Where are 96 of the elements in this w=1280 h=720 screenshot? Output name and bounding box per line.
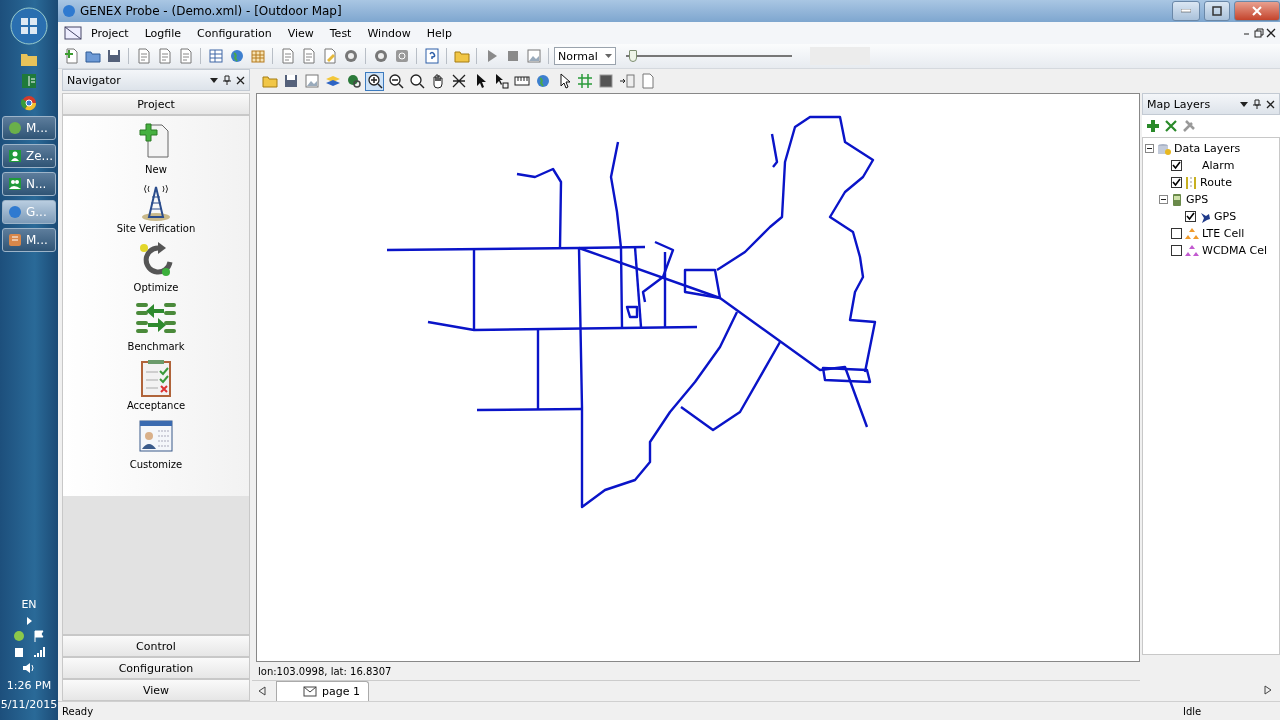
layer-checkbox[interactable] [1171, 228, 1182, 239]
menu-item[interactable]: Project [84, 24, 136, 42]
layer-label[interactable]: GPS [1186, 193, 1209, 206]
taskbar-button[interactable]: M... [2, 228, 56, 252]
section-header[interactable]: Control [62, 635, 250, 657]
tools-icon[interactable] [1182, 119, 1196, 133]
layer-label[interactable]: Data Layers [1174, 142, 1241, 155]
route-icon [1185, 175, 1197, 190]
zoom-out-icon[interactable] [386, 71, 405, 91]
layer-checkbox[interactable] [1171, 160, 1182, 171]
window-title: GENEX Probe - (Demo.xml) - [Outdoor Map] [80, 4, 343, 18]
layer-label[interactable]: Alarm [1202, 159, 1235, 172]
gps-device-icon [1171, 192, 1183, 207]
page-tab[interactable]: page 1 [276, 681, 369, 701]
clock-date[interactable]: 5/11/2015 [0, 697, 58, 712]
menu-item[interactable]: View [280, 24, 321, 42]
cell-sites-icon [1185, 226, 1199, 241]
spreadsheet-icon[interactable] [20, 72, 38, 90]
magnifier-icon[interactable] [407, 71, 426, 91]
database-icon [1157, 141, 1171, 156]
start-button[interactable] [9, 6, 49, 46]
cell-sites-icon [1185, 243, 1199, 258]
maximize-button[interactable] [1204, 1, 1230, 21]
status-text: Idle [1183, 705, 1203, 717]
scroll-left-icon[interactable] [258, 686, 266, 696]
zoom-in-icon[interactable] [365, 71, 384, 91]
collapse-icon[interactable] [1159, 195, 1168, 204]
maximize-icon [1212, 6, 1222, 16]
slider-thumb[interactable] [629, 50, 638, 62]
layer-checkbox[interactable] [1171, 245, 1182, 256]
layer-checkbox[interactable] [1185, 211, 1196, 222]
section-header[interactable]: Configuration [62, 657, 250, 679]
panel-title: Map Layers [1147, 97, 1212, 111]
panel-title: Navigator [67, 73, 122, 87]
speaker-icon[interactable] [22, 662, 36, 674]
taskbar-button[interactable]: N... [2, 172, 56, 196]
map-icon[interactable] [64, 25, 82, 41]
delete-icon[interactable] [1164, 119, 1178, 133]
contacts-icon [8, 177, 22, 191]
speed-dropdown[interactable]: Normal [554, 47, 616, 65]
show-hidden-icon[interactable] [25, 616, 33, 626]
add-icon[interactable] [1146, 119, 1160, 133]
caret-icon [605, 54, 612, 58]
taskbar-button[interactable]: M... [2, 116, 56, 140]
menu-item[interactable]: Test [322, 24, 359, 42]
restore-icon[interactable] [1254, 28, 1264, 38]
round-app-icon [8, 121, 22, 135]
status-text: Ready [62, 705, 95, 717]
import-icon[interactable] [617, 71, 636, 91]
flag-icon[interactable] [33, 630, 45, 642]
minimize-button[interactable] [1172, 1, 1200, 21]
close-icon[interactable] [236, 75, 245, 85]
menu-item[interactable]: Logfile [137, 24, 189, 42]
minimize-icon [1181, 9, 1191, 13]
pin-icon[interactable] [1253, 99, 1261, 109]
layer-label[interactable]: LTE Cell [1202, 227, 1245, 240]
taskbar-button[interactable]: Ze... [2, 144, 56, 168]
pin-icon[interactable] [223, 75, 231, 85]
dropdown-icon[interactable] [210, 76, 218, 84]
close-icon[interactable] [1266, 28, 1276, 38]
status-dot-icon[interactable] [13, 630, 25, 642]
clock-time[interactable]: 1:26 PM [6, 678, 52, 693]
collapse-icon[interactable] [1145, 144, 1154, 153]
menu-item[interactable]: Configuration [190, 24, 279, 42]
scroll-right-icon[interactable] [1264, 685, 1272, 695]
help-icon[interactable] [422, 46, 441, 66]
section-header[interactable]: Project [62, 93, 250, 115]
layer-label[interactable]: WCDMA Cel [1202, 244, 1268, 257]
section-header[interactable]: View [62, 679, 250, 701]
menu-item[interactable]: Help [419, 24, 459, 42]
navigator-item[interactable]: New [145, 164, 167, 175]
page-icon [303, 686, 317, 697]
layer-checkbox[interactable] [1171, 177, 1182, 188]
square-icon[interactable] [596, 71, 615, 91]
app-icon [8, 205, 22, 219]
signal-icon[interactable] [33, 646, 45, 658]
layer-label[interactable]: GPS [1214, 210, 1237, 223]
close-icon [1252, 6, 1262, 16]
browser-icon[interactable] [20, 94, 38, 112]
navigator-item[interactable]: Site Verification [116, 223, 196, 234]
coordinates-readout: lon:103.0998, lat: 16.8307 [257, 664, 393, 679]
pin-icon [1199, 210, 1211, 223]
dropdown-icon[interactable] [1240, 100, 1248, 108]
book-icon [8, 233, 22, 247]
navigator-item[interactable]: Optimize [133, 282, 179, 293]
close-button[interactable] [1234, 1, 1280, 21]
new-page-icon[interactable] [62, 46, 81, 66]
table-icon[interactable] [206, 46, 225, 66]
navigator-item[interactable]: Benchmark [127, 341, 185, 352]
navigator-item[interactable]: Acceptance [126, 400, 186, 411]
menu-item[interactable]: Window [360, 24, 418, 42]
navigator-item[interactable]: Customize [129, 459, 183, 470]
close-icon[interactable] [1266, 99, 1275, 109]
layer-label[interactable]: Route [1200, 176, 1232, 189]
contact-icon [8, 149, 22, 163]
language-indicator[interactable]: EN [21, 597, 37, 612]
